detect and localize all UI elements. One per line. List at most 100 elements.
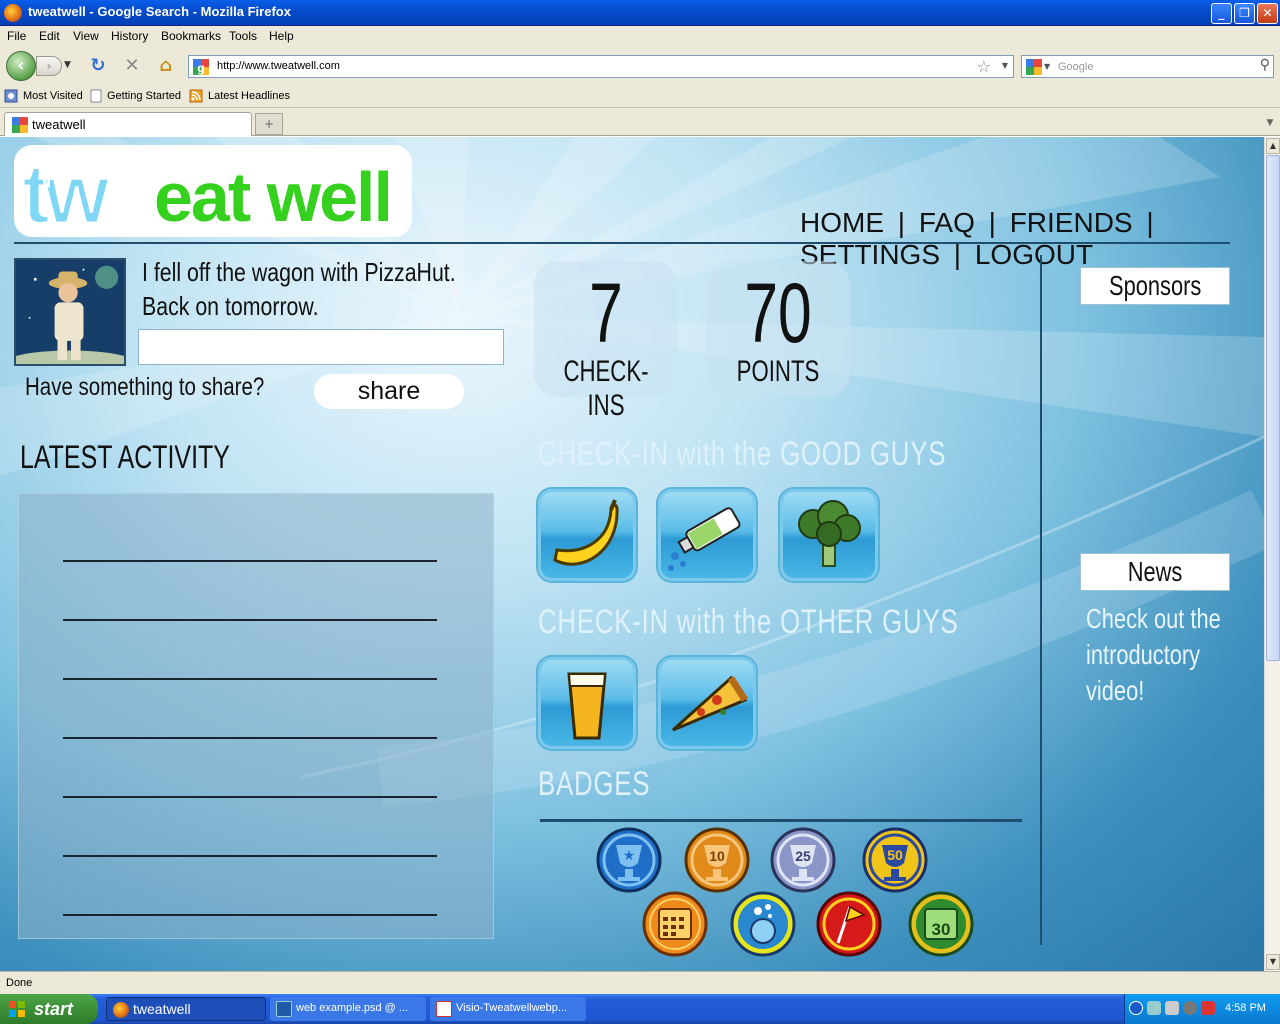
- tweatwell-logo[interactable]: tw eat well: [14, 145, 412, 237]
- bookmark-star-icon[interactable]: ☆: [977, 57, 991, 76]
- taskbar-item-label: tweatwell: [133, 1001, 191, 1017]
- scroll-down-icon[interactable]: ▼: [1266, 954, 1280, 970]
- google-engine-icon[interactable]: [1026, 59, 1042, 75]
- scrollbar-thumb[interactable]: [1266, 155, 1280, 661]
- taskbar-item-pdf[interactable]: Visio-Tweatwellwebp...: [430, 997, 586, 1021]
- flag-badge-icon[interactable]: [816, 891, 882, 957]
- points-stat: 70 POINTS: [706, 261, 850, 397]
- toothpaste-icon[interactable]: [658, 489, 756, 581]
- bookmark-latest-headlines[interactable]: Latest Headlines: [208, 90, 290, 102]
- share-button[interactable]: share: [314, 374, 464, 409]
- activity-line: [63, 914, 437, 916]
- tray-alert-icon[interactable]: [1201, 1001, 1215, 1015]
- start-label: start: [34, 999, 74, 1019]
- nav-separator: |: [988, 207, 996, 238]
- photoshop-icon: [276, 1001, 292, 1017]
- banana-icon[interactable]: [538, 489, 636, 581]
- maximize-button[interactable]: ❐: [1234, 3, 1255, 24]
- trophy-25-badge-icon[interactable]: 25: [770, 827, 836, 893]
- status-input[interactable]: [138, 329, 504, 365]
- broccoli-icon[interactable]: [780, 489, 878, 581]
- clock: 4:58 PM: [1225, 1002, 1266, 1014]
- sponsors-box: Sponsors: [1080, 267, 1230, 305]
- system-tray: 4:58 PM: [1124, 994, 1280, 1024]
- status-message: I fell off the wagon with PizzaHut. Back…: [142, 255, 456, 323]
- history-dropdown-icon[interactable]: ▼: [64, 60, 71, 70]
- menu-file[interactable]: File: [7, 29, 26, 43]
- start-button[interactable]: start: [0, 994, 98, 1024]
- url-text: http://www.tweatwell.com: [217, 60, 340, 72]
- tray-expand-icon[interactable]: [1129, 1001, 1143, 1015]
- checkins-stat: 7 CHECK-INS: [534, 261, 678, 422]
- points-label: POINTS: [736, 355, 820, 388]
- search-bar[interactable]: ▼ Google ⚲: [1021, 55, 1274, 78]
- header-divider: [14, 242, 1230, 244]
- menu-tools[interactable]: Tools: [229, 29, 257, 43]
- forward-button[interactable]: ›: [36, 56, 62, 76]
- tab-tweatwell[interactable]: tweatwell: [4, 112, 252, 136]
- calendar-badge-icon[interactable]: [642, 891, 708, 957]
- new-tab-button[interactable]: +: [255, 113, 283, 135]
- minimize-button[interactable]: _: [1211, 3, 1232, 24]
- url-bar[interactable]: g http://www.tweatwell.com ☆ ▼: [188, 55, 1014, 78]
- activity-line: [63, 678, 437, 680]
- tray-volume-icon[interactable]: [1183, 1001, 1197, 1015]
- search-placeholder: Google: [1058, 61, 1094, 73]
- bookmark-most-visited[interactable]: Most Visited: [23, 90, 83, 102]
- stop-icon[interactable]: ✕: [122, 56, 142, 76]
- url-dropdown-icon[interactable]: ▼: [1002, 61, 1008, 70]
- top-navigation: HOME | FAQ | FRIENDS | SETTINGS | LOGOUT: [800, 207, 1264, 271]
- page-icon: [90, 89, 102, 103]
- back-button[interactable]: ‹: [6, 51, 36, 81]
- trophy-50-badge-icon[interactable]: 50: [862, 827, 928, 893]
- beer-icon[interactable]: [538, 657, 636, 749]
- trophy-star-badge-icon[interactable]: ★: [596, 827, 662, 893]
- scroll-up-icon[interactable]: ▲: [1266, 138, 1280, 154]
- menu-edit[interactable]: Edit: [39, 29, 60, 43]
- search-engine-dropdown-icon[interactable]: ▼: [1044, 62, 1050, 71]
- news-link[interactable]: Check out the introductory video!: [1086, 601, 1221, 709]
- menu-bar: File Edit View History Bookmarks Tools H…: [0, 26, 1280, 46]
- news-line: video!: [1086, 675, 1145, 706]
- menu-history[interactable]: History: [111, 29, 148, 43]
- navigation-toolbar: ‹ › ▼ ↻ ✕ ⌂ g http://www.tweatwell.com ☆…: [0, 46, 1280, 86]
- menu-view[interactable]: View: [73, 29, 99, 43]
- taskbar-item-label: Visio-Tweatwellwebp...: [456, 1002, 568, 1014]
- trophy-10-badge-icon[interactable]: 10: [684, 827, 750, 893]
- activity-line: [63, 796, 437, 798]
- nav-faq[interactable]: FAQ: [919, 207, 975, 239]
- menu-bookmarks[interactable]: Bookmarks: [161, 29, 221, 43]
- menu-help[interactable]: Help: [269, 29, 294, 43]
- news-line: Check out the: [1086, 603, 1221, 634]
- tray-app-icon[interactable]: [1165, 1001, 1179, 1015]
- points-count: 70: [744, 266, 812, 360]
- taskbar-item-firefox[interactable]: tweatwell: [106, 997, 266, 1021]
- nav-friends[interactable]: FRIENDS: [1010, 207, 1133, 239]
- tab-list-dropdown-icon[interactable]: ▼: [1262, 114, 1278, 132]
- bookmark-getting-started[interactable]: Getting Started: [107, 90, 181, 102]
- logo-eatwell-text: eat well: [154, 158, 391, 236]
- taskbar: start tweatwell web example.psd @ ... Vi…: [0, 994, 1280, 1024]
- reload-icon[interactable]: ↻: [88, 56, 108, 76]
- calendar-30-badge-icon[interactable]: 30: [908, 891, 974, 957]
- nav-separator: |: [1146, 207, 1154, 238]
- vertical-scrollbar[interactable]: ▲ ▼: [1264, 137, 1280, 971]
- activity-line: [63, 560, 437, 562]
- activity-line: [63, 737, 437, 739]
- news-box: News: [1080, 553, 1230, 591]
- nav-home[interactable]: HOME: [800, 207, 884, 239]
- bubbles-face-badge-icon[interactable]: [730, 891, 796, 957]
- pdf-icon: [436, 1001, 452, 1017]
- sidebar-divider: [1040, 255, 1042, 945]
- search-icon[interactable]: ⚲: [1260, 57, 1270, 73]
- status-bar: Done: [0, 971, 1280, 994]
- svg-text:★: ★: [623, 848, 636, 864]
- title-bar: tweatwell - Google Search - Mozilla Fire…: [0, 0, 1280, 26]
- tray-network-icon[interactable]: [1147, 1001, 1161, 1015]
- close-button[interactable]: ✕: [1257, 3, 1278, 24]
- taskbar-item-photoshop[interactable]: web example.psd @ ...: [270, 997, 426, 1021]
- firefox-icon: [113, 1002, 129, 1018]
- home-icon[interactable]: ⌂: [156, 56, 176, 76]
- pizza-icon[interactable]: [658, 657, 756, 749]
- avatar[interactable]: [14, 258, 126, 366]
